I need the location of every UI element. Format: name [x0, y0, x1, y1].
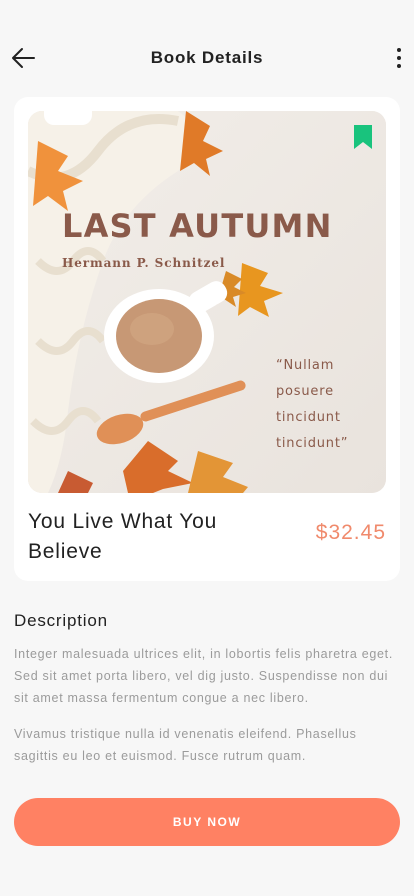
description-paragraph: Vivamus tristique nulla id venenatis ele…	[14, 727, 357, 763]
book-title: You Live What You Believe	[28, 510, 218, 563]
book-card: LAST AUTUMN Hermann P. Schnitzel “Nullam…	[14, 97, 400, 581]
more-vertical-icon	[397, 48, 401, 68]
cover-author: Hermann P. Schnitzel	[62, 256, 226, 270]
bookmark-button[interactable]	[352, 125, 374, 151]
more-options-button[interactable]	[392, 46, 406, 70]
book-cover[interactable]: LAST AUTUMN Hermann P. Schnitzel “Nullam…	[28, 111, 386, 493]
app-header: Book Details	[0, 38, 414, 78]
bookmark-icon	[354, 125, 372, 149]
buy-now-button[interactable]: BUY NOW	[14, 798, 400, 846]
page-title: Book Details	[150, 48, 264, 67]
cover-title: LAST AUTUMN	[62, 207, 333, 245]
description-paragraph: Integer malesuada ultrices elit, in lobo…	[14, 647, 394, 705]
cover-quote: “Nullam posuere tincidunt tincidunt”	[276, 358, 349, 451]
description-heading: Description	[14, 611, 108, 630]
cover-tab	[44, 111, 92, 125]
book-price: $32.45	[315, 521, 386, 544]
